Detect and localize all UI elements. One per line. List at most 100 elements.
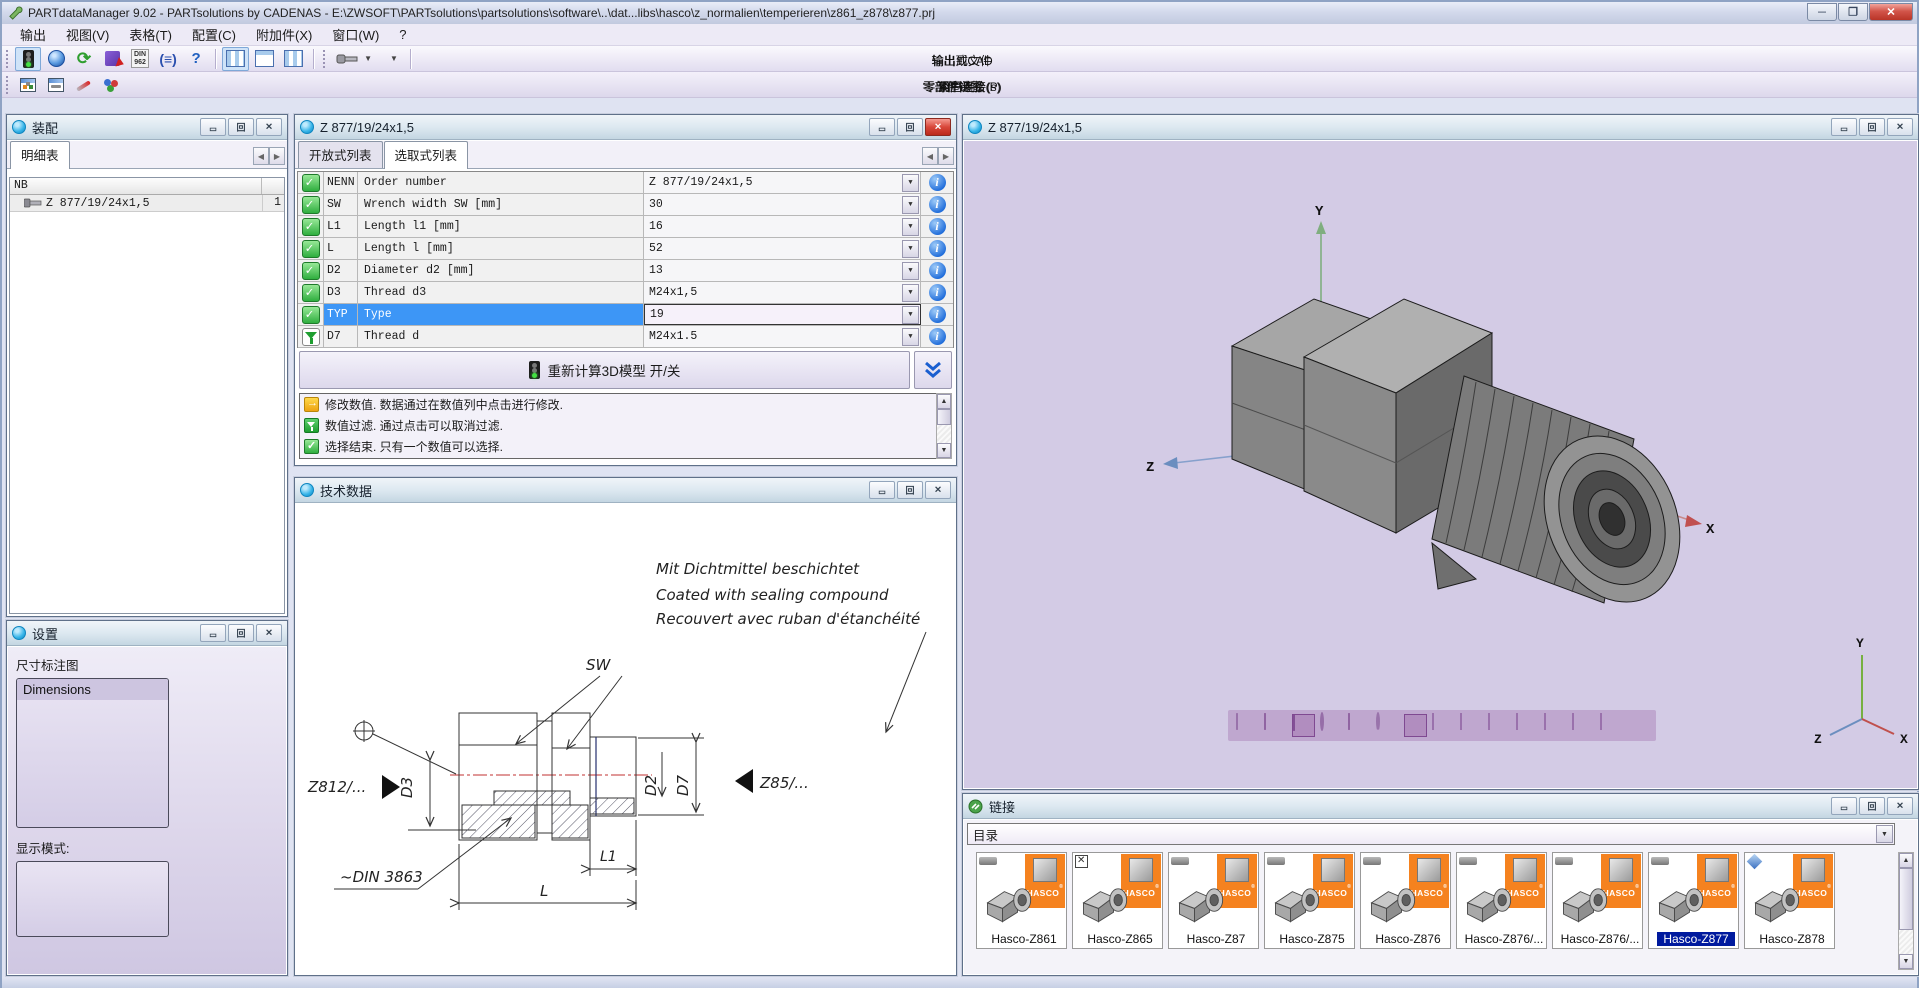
params-panel-titlebar[interactable]: Z 877/19/24x1,5 <box>295 115 956 140</box>
panel-minimize-button[interactable] <box>200 624 226 642</box>
tile-label[interactable]: Hasco-Z876/... <box>1558 932 1642 946</box>
info-icon[interactable]: i <box>929 174 946 191</box>
info-icon[interactable]: i <box>929 240 946 257</box>
column-nb[interactable]: NB <box>10 178 262 194</box>
view-cube-6-button[interactable] <box>1572 714 1595 737</box>
legend-scrollbar[interactable]: ▲ ▼ <box>936 393 952 459</box>
panel-close-button[interactable] <box>925 481 951 499</box>
menu-item[interactable]: 配置(C) <box>182 23 246 46</box>
settings-panel-titlebar[interactable]: 设置 <box>7 621 287 646</box>
param-value-combobox[interactable]: 16 ▼ <box>644 216 921 237</box>
row-status-icon[interactable] <box>302 218 320 236</box>
panel-maximize-button[interactable] <box>228 118 254 136</box>
panel-minimize-button[interactable] <box>869 118 895 136</box>
column-qty[interactable] <box>262 178 284 194</box>
dropdown-arrow[interactable]: ▼ <box>902 218 919 236</box>
rotate-view-button[interactable] <box>1376 714 1399 737</box>
dimensions-listbox[interactable]: Dimensions <box>16 678 169 828</box>
param-value-combobox[interactable]: 19 ▼ <box>644 304 921 325</box>
user-platform-button[interactable]: 用户平台 <box>99 73 125 97</box>
tab-scroll-left[interactable]: ◀ <box>922 147 938 165</box>
window-maximize-button[interactable] <box>1838 3 1868 21</box>
panel-close-button[interactable] <box>256 624 282 642</box>
view-cube-3-button[interactable] <box>1488 714 1511 737</box>
title-bar[interactable]: PARTdataManager 9.02 - PARTsolutions by … <box>2 2 1917 24</box>
view-cube-7-button[interactable] <box>1600 714 1623 737</box>
window-minimize-button[interactable] <box>1807 3 1837 21</box>
dropdown-arrow[interactable]: ▼ <box>902 306 919 324</box>
panel-maximize-button[interactable] <box>897 481 923 499</box>
tab-selection-list[interactable]: 选取式列表 <box>384 141 469 169</box>
param-row[interactable]: L Length l [mm] 52 ▼ i <box>298 238 953 260</box>
tech-panel-titlebar[interactable]: 技术数据 <box>295 478 956 503</box>
display-mode-listbox[interactable] <box>16 861 169 937</box>
dropdown-arrow[interactable]: ▼ <box>1876 825 1893 843</box>
wireframe-mode-button[interactable] <box>1236 714 1259 737</box>
catalog-tile[interactable]: HASCO Hasco-Z861 <box>976 852 1067 949</box>
info-icon[interactable]: i <box>929 284 946 301</box>
row-status-icon[interactable] <box>302 284 320 302</box>
assembly-table-header[interactable]: NB <box>10 178 284 195</box>
tile-label[interactable]: Hasco-Z876 <box>1366 932 1450 946</box>
info-icon[interactable]: i <box>929 218 946 235</box>
scroll-thumb[interactable] <box>1899 868 1913 930</box>
panel-maximize-button[interactable] <box>1859 118 1885 136</box>
menu-item[interactable]: 输出 <box>10 23 56 46</box>
info-icon[interactable]: i <box>929 328 946 345</box>
param-row[interactable]: D2 Diameter d2 [mm] 13 ▼ i <box>298 260 953 282</box>
links-panel-titlebar[interactable]: 链接 <box>963 794 1918 819</box>
catalog-tile[interactable]: HASCO Hasco-Z875 <box>1264 852 1355 949</box>
zoom-area-button[interactable] <box>1348 714 1371 737</box>
expand-button[interactable] <box>914 351 952 389</box>
panel-maximize-button[interactable] <box>1859 797 1885 815</box>
scroll-thumb[interactable] <box>937 409 951 425</box>
dropdown-arrow[interactable]: ▼ <box>902 196 919 214</box>
dimensions-list-item[interactable]: Dimensions <box>17 679 168 700</box>
tile-label[interactable]: Hasco-Z87 <box>1174 932 1258 946</box>
export-to-file-button[interactable]: 输出成文件▼ <box>378 47 404 71</box>
dropdown-arrow[interactable]: ▼ <box>902 262 919 280</box>
param-row[interactable]: D3 Thread d3 M24x1,5 ▼ i <box>298 282 953 304</box>
catalog-tile[interactable]: HASCO Hasco-Z876/... <box>1552 852 1643 949</box>
scroll-up-button[interactable]: ▲ <box>937 394 951 409</box>
panel-close-button[interactable] <box>925 118 951 136</box>
tile-label[interactable]: Hasco-Z878 <box>1750 932 1834 946</box>
row-status-icon[interactable] <box>302 262 320 280</box>
panel-close-button[interactable] <box>1887 797 1913 815</box>
panel-minimize-button[interactable] <box>1831 797 1857 815</box>
view-cube-1-button[interactable] <box>1432 714 1455 737</box>
info-icon[interactable]: i <box>929 196 946 213</box>
tab-bom[interactable]: 明细表 <box>10 141 70 169</box>
catalog-combobox[interactable]: 目录 ▼ <box>967 823 1895 845</box>
flat-shading-button[interactable] <box>1264 714 1287 737</box>
shaded-mode-button[interactable] <box>1292 714 1315 737</box>
menu-item[interactable]: 附加件(X) <box>246 23 322 46</box>
catalog-tile[interactable]: HASCO Hasco-Z87 <box>1168 852 1259 949</box>
panel-maximize-button[interactable] <box>897 118 923 136</box>
catalog-tile[interactable]: HASCO Hasco-Z878 <box>1744 852 1835 949</box>
tab-scroll-left[interactable]: ◀ <box>253 147 269 165</box>
param-value-combobox[interactable]: 30 ▼ <box>644 194 921 215</box>
catalog-tile[interactable]: HASCO Hasco-Z865 <box>1072 852 1163 949</box>
tile-label[interactable]: Hasco-Z865 <box>1078 932 1162 946</box>
panel-close-button[interactable] <box>1887 118 1913 136</box>
tile-label[interactable]: Hasco-Z861 <box>982 932 1066 946</box>
tab-scroll-right[interactable]: ▶ <box>269 147 285 165</box>
tile-label[interactable]: Hasco-Z875 <box>1270 932 1354 946</box>
view-cube-5-button[interactable] <box>1544 714 1567 737</box>
param-value-combobox[interactable]: 13 ▼ <box>644 260 921 281</box>
menu-item[interactable]: 窗口(W) <box>322 23 389 46</box>
param-row[interactable]: SW Wrench width SW [mm] 30 ▼ i <box>298 194 953 216</box>
param-row[interactable]: L1 Length l1 [mm] 16 ▼ i <box>298 216 953 238</box>
scroll-up-button[interactable]: ▲ <box>1899 853 1913 868</box>
assembly-panel-titlebar[interactable]: 装配 <box>7 115 287 140</box>
tile-label[interactable]: Hasco-Z876/... <box>1462 932 1546 946</box>
tab-open-list[interactable]: 开放式列表 <box>298 141 383 168</box>
info-icon[interactable]: i <box>929 306 946 323</box>
param-row[interactable]: NENN Order number Z 877/19/24x1,5 ▼ i <box>298 172 953 194</box>
panel-maximize-button[interactable] <box>228 624 254 642</box>
row-status-icon[interactable] <box>302 240 320 258</box>
menu-item[interactable]: ? <box>389 25 416 44</box>
panel-minimize-button[interactable] <box>200 118 226 136</box>
row-status-icon[interactable] <box>302 174 320 192</box>
